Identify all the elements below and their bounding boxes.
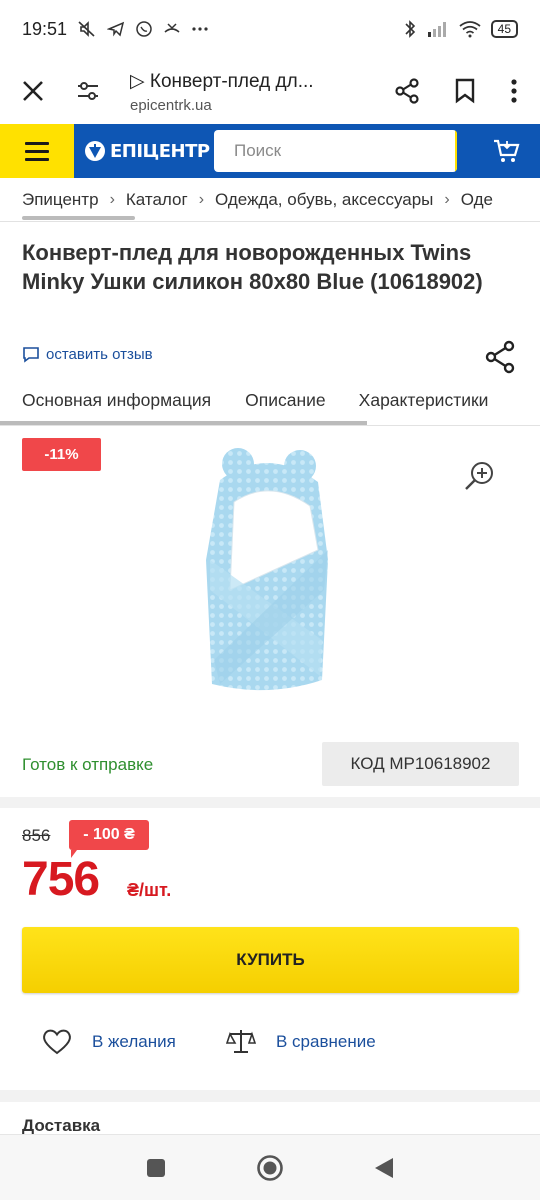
close-tab-button[interactable] <box>0 80 66 102</box>
missed-call-icon <box>164 23 180 33</box>
product-share-button[interactable] <box>484 340 516 379</box>
section-separator <box>0 797 540 808</box>
system-nav-bar <box>0 1134 540 1200</box>
review-link[interactable]: оставить отзыв <box>22 346 153 363</box>
mute-icon <box>78 21 95 37</box>
telegram-icon <box>107 21 125 37</box>
bookmark-icon[interactable] <box>454 78 476 104</box>
more-vert-icon[interactable] <box>510 78 518 104</box>
chevron-right-icon: › <box>198 191 205 208</box>
status-bar: 19:51 45 <box>0 0 540 58</box>
more-notifications-icon <box>192 27 208 31</box>
product-tabs: Основная информация Описание Характерист… <box>0 384 540 426</box>
review-link-label: оставить отзыв <box>46 346 153 363</box>
share-icon <box>485 340 515 374</box>
site-logo[interactable]: ЕПІЦЕНТР <box>84 140 210 162</box>
tab-description[interactable]: Описание <box>245 384 326 426</box>
chevron-right-icon: › <box>444 191 450 208</box>
menu-icon-bar <box>25 157 49 161</box>
compare-label: В сравнение <box>276 1031 376 1051</box>
breadcrumb-item[interactable]: Эпицентр <box>22 190 99 210</box>
search-icon <box>455 138 457 164</box>
back-icon[interactable] <box>373 1156 395 1180</box>
section-separator <box>0 1090 540 1102</box>
browser-toolbar: ▷ Конверт-плед дл... epicentrk.ua <box>0 58 540 124</box>
search-button[interactable] <box>455 130 457 172</box>
viber-icon <box>136 21 152 37</box>
site-header: ЕПІЦЕНТР <box>0 124 540 178</box>
buy-button[interactable]: КУПИТЬ <box>22 927 519 993</box>
signal-icon <box>427 22 446 37</box>
search-input[interactable] <box>214 130 455 172</box>
search-bar <box>214 130 457 172</box>
page-title: ▷ Конверт-плед дл... <box>130 71 314 92</box>
availability-status: Готов к отправке <box>22 755 154 774</box>
tab-main-info[interactable]: Основная информация <box>22 384 211 426</box>
old-price: 856 <box>22 826 51 845</box>
home-icon[interactable] <box>256 1154 284 1182</box>
product-title: Конверт-плед для новорожденных Twins Min… <box>22 240 483 294</box>
breadcrumb-scrollbar[interactable] <box>22 216 135 220</box>
comment-icon <box>23 347 39 363</box>
add-to-compare-button[interactable]: В сравнение <box>226 1028 376 1055</box>
price-unit: ₴/шт. <box>127 880 172 900</box>
breadcrumb-item[interactable]: Одежда, обувь, аксессуары <box>215 190 433 210</box>
zoom-in-icon <box>465 462 493 490</box>
divider <box>0 425 540 426</box>
status-notification-icons <box>77 19 209 39</box>
tune-icon <box>78 82 98 100</box>
breadcrumb-item[interactable]: Оде <box>461 190 493 210</box>
cart-button[interactable] <box>492 137 520 165</box>
status-time: 19:51 <box>22 18 68 39</box>
product-code: КОД MP10618902 <box>322 742 519 786</box>
menu-button[interactable] <box>0 124 74 178</box>
battery-indicator: 45 <box>490 20 518 38</box>
bluetooth-icon <box>405 20 415 38</box>
share-icon[interactable] <box>394 78 420 104</box>
menu-icon-bar <box>25 141 49 145</box>
delivery-heading: Доставка <box>22 1116 101 1135</box>
logo-text: ЕПІЦЕНТР <box>110 140 210 162</box>
discount-badge: -11% <box>22 438 101 471</box>
tab-characteristics[interactable]: Характеристики <box>359 384 489 426</box>
zoom-button[interactable] <box>463 460 495 497</box>
browser-actions <box>394 78 540 104</box>
close-icon <box>23 81 43 101</box>
savings-badge: - 100 ₴ <box>69 820 149 858</box>
wishlist-label: В желания <box>92 1031 176 1051</box>
current-price: 756 <box>22 853 100 906</box>
add-to-wishlist-button[interactable]: В желания <box>42 1028 176 1055</box>
breadcrumb-item[interactable]: Каталог <box>126 190 188 210</box>
wifi-icon <box>459 21 481 38</box>
logo-emblem-icon <box>85 141 105 161</box>
scales-icon <box>226 1030 256 1053</box>
recents-icon[interactable] <box>145 1157 167 1179</box>
site-settings-button[interactable] <box>66 80 110 102</box>
cart-icon <box>494 139 520 162</box>
divider <box>0 221 540 222</box>
page-title-area[interactable]: ▷ Конверт-плед дл... epicentrk.ua <box>110 68 394 114</box>
product-image[interactable] <box>190 440 340 700</box>
chevron-right-icon: › <box>109 191 115 208</box>
menu-icon-bar <box>25 149 49 153</box>
page-url: epicentrk.ua <box>130 97 212 114</box>
status-system-icons: 45 <box>403 19 518 39</box>
heart-icon <box>43 1029 71 1055</box>
